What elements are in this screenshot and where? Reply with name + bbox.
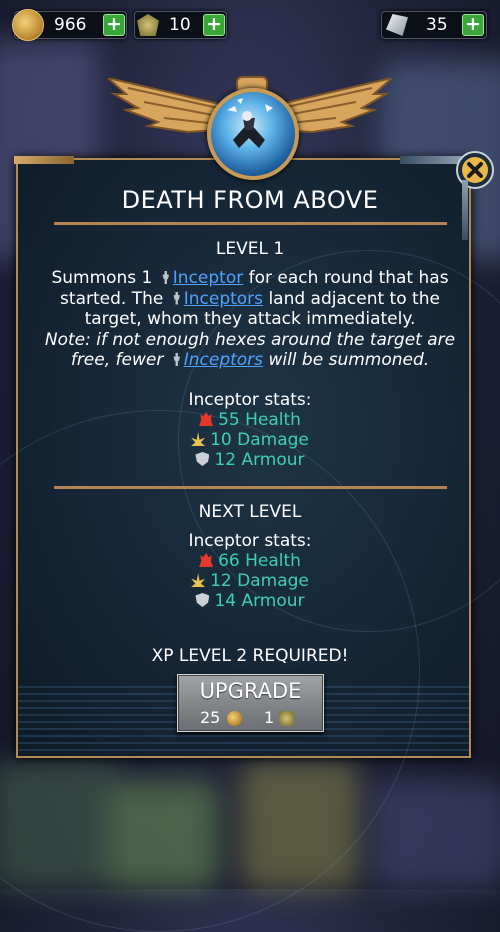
next-level-label: NEXT LEVEL	[198, 502, 302, 522]
next-stats-label: Inceptor stats:	[188, 531, 312, 551]
supplies-value: 10	[169, 15, 191, 35]
next-health: 66 Health	[0, 551, 500, 571]
section-divider	[54, 486, 447, 489]
damage-icon	[191, 573, 206, 587]
current-armour: 12 Armour	[0, 450, 500, 470]
panel-corner-right	[400, 156, 462, 164]
shard-icon	[386, 14, 408, 36]
armour-icon	[195, 452, 210, 466]
damage-icon	[191, 432, 206, 446]
inceptors-link[interactable]: Inceptors	[184, 350, 263, 370]
next-armour: 14 Armour	[0, 591, 500, 611]
inceptors-link[interactable]: Inceptors	[184, 289, 263, 309]
current-health-text: 55 Health	[218, 410, 301, 430]
coin-icon	[227, 711, 242, 726]
ability-description: Summons 1 Inceptor for each round that h…	[44, 268, 456, 371]
health-icon	[199, 553, 214, 567]
supplies-icon	[137, 14, 159, 36]
upgrade-cost-coins: 25	[200, 708, 221, 727]
add-shards-button[interactable]: +	[462, 14, 484, 36]
ability-icon	[207, 88, 299, 180]
coin-icon	[12, 9, 44, 41]
inceptor-link[interactable]: Inceptor	[173, 268, 243, 288]
inceptor-icon	[173, 291, 180, 305]
title-divider	[54, 222, 447, 225]
health-icon	[199, 412, 214, 426]
add-supplies-button[interactable]: +	[203, 14, 225, 36]
current-armour-text: 12 Armour	[214, 450, 305, 470]
desc-note-2: will be summoned.	[263, 350, 430, 370]
next-health-text: 66 Health	[218, 551, 301, 571]
shards-value: 35	[426, 15, 448, 35]
next-damage-text: 12 Damage	[210, 571, 309, 591]
upgrade-cost-supplies: 1	[264, 708, 275, 727]
current-stats-label: Inceptor stats:	[188, 390, 312, 410]
panel-corner-left	[14, 156, 74, 164]
inceptor-icon	[162, 271, 169, 284]
ability-title: DEATH FROM ABOVE	[121, 186, 379, 214]
inceptor-icon	[173, 353, 180, 366]
current-health: 55 Health	[0, 410, 500, 430]
next-damage: 12 Damage	[0, 571, 500, 591]
level-label: LEVEL 1	[215, 239, 285, 259]
shards-counter: 35 +	[381, 11, 487, 39]
add-coins-button[interactable]: +	[103, 14, 125, 36]
xp-requirement: XP LEVEL 2 REQUIRED!	[151, 646, 349, 666]
supplies-icon	[279, 711, 294, 726]
current-damage-text: 10 Damage	[210, 430, 309, 450]
armour-icon	[195, 593, 210, 607]
supplies-counter: 10 +	[134, 11, 227, 39]
upgrade-button[interactable]: UPGRADE 25 1	[177, 674, 324, 732]
coins-counter: 966 +	[12, 9, 127, 41]
desc-text-1: Summons 1	[51, 268, 158, 288]
next-armour-text: 14 Armour	[214, 591, 305, 611]
current-damage: 10 Damage	[0, 430, 500, 450]
coins-value: 966	[54, 15, 87, 35]
upgrade-label: UPGRADE	[199, 679, 302, 703]
